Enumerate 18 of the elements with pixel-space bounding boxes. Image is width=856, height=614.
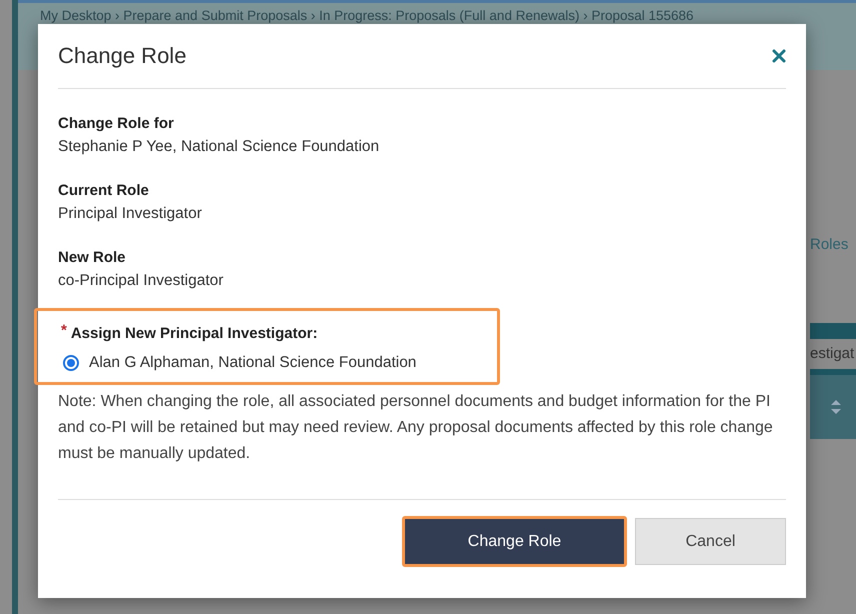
section-bar <box>810 323 856 339</box>
field-label: New Role <box>58 249 126 266</box>
dialog-title: Change Role <box>58 43 186 69</box>
close-icon[interactable] <box>770 47 788 65</box>
option-label[interactable]: Alan G Alphaman, National Science Foundation <box>89 354 416 372</box>
field-label: Change Role for <box>58 115 174 132</box>
field-value: co-Principal Investigator <box>58 272 224 290</box>
change-role-button[interactable]: Change Role <box>402 516 627 567</box>
field-label: Current Role <box>58 182 149 199</box>
field-value: Stephanie P Yee, National Science Foundation <box>58 138 380 156</box>
breadcrumb: My Desktop › Prepare and Submit Proposals › In Progress: Proposals (Full and Renewals) › Proposal 155686 <box>40 8 694 23</box>
sort-icon[interactable] <box>830 399 842 415</box>
note-text: Note: When changing the role, all associated personnel documents and budget information for the PI and co-PI will be retained but may need review. Any proposal documents affected by this role change must be manually updated. <box>58 389 786 500</box>
required-mark: * <box>61 325 67 337</box>
cancel-button[interactable]: Cancel <box>635 518 786 565</box>
field-value: Principal Investigator <box>58 205 202 223</box>
field-label: Assign New Principal Investigator: <box>70 325 318 342</box>
radio-button[interactable] <box>63 355 79 371</box>
